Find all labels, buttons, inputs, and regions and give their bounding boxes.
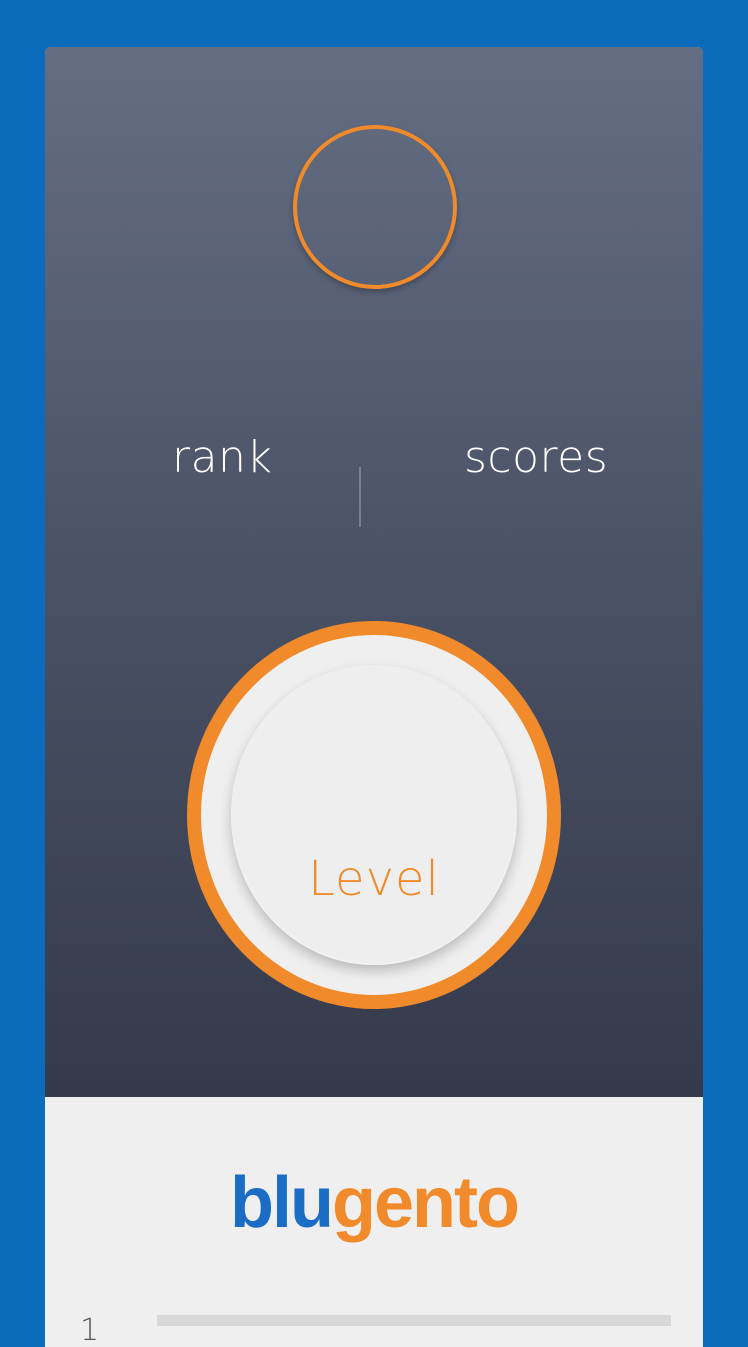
scores-label: scores bbox=[464, 432, 609, 483]
profile-header: rank scores Level bbox=[45, 47, 703, 1097]
leaderboard-row-position: 1 bbox=[80, 1313, 100, 1347]
leaderboard-section: blugento 1 bbox=[45, 1097, 703, 1347]
rank-label: rank bbox=[172, 432, 273, 483]
level-button-label: Level bbox=[308, 851, 440, 907]
avatar[interactable] bbox=[293, 125, 457, 289]
level-button-ring: Level bbox=[201, 635, 547, 995]
level-button[interactable]: Level bbox=[187, 621, 561, 1009]
stat-divider bbox=[359, 467, 361, 527]
brand-logo-gento: gento bbox=[332, 1163, 520, 1243]
leaderboard-row-bar[interactable] bbox=[157, 1315, 671, 1326]
brand-logo-blu: blu bbox=[230, 1163, 334, 1243]
profile-card: rank scores Level blugento 1 bbox=[45, 47, 703, 1347]
brand-logo: blugento bbox=[45, 1167, 703, 1239]
level-button-face[interactable]: Level bbox=[231, 665, 517, 965]
